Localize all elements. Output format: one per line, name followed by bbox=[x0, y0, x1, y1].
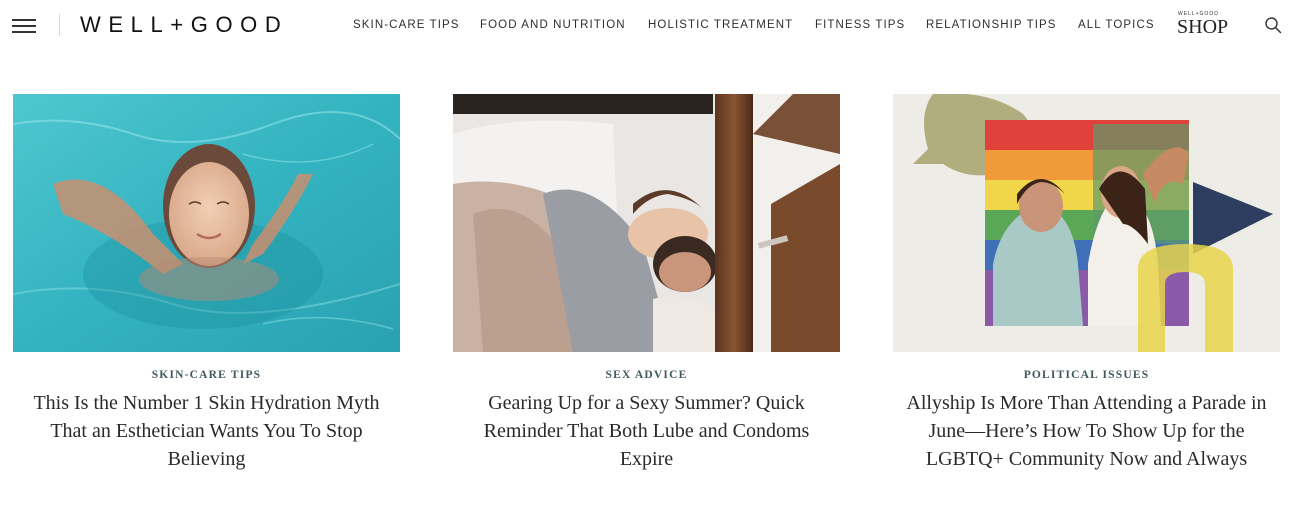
site-logo[interactable]: WELL+GOOD bbox=[80, 12, 288, 38]
nav-item-holistic-treatment[interactable]: HOLISTIC TREATMENT bbox=[648, 19, 793, 31]
article-image-swimmer[interactable] bbox=[13, 94, 400, 352]
article-title[interactable]: Gearing Up for a Sexy Summer? Quick Remi… bbox=[453, 389, 840, 473]
article-card[interactable]: POLITICAL ISSUES Allyship Is More Than A… bbox=[893, 94, 1280, 473]
article-title[interactable]: This Is the Number 1 Skin Hydration Myth… bbox=[13, 389, 400, 473]
shop-link[interactable]: WELL+GOOD SHOP bbox=[1177, 11, 1237, 39]
hamburger-menu-icon[interactable] bbox=[12, 17, 36, 35]
nav-item-relationship-tips[interactable]: RELATIONSHIP TIPS bbox=[926, 19, 1057, 31]
nav-item-all-topics[interactable]: ALL TOPICS bbox=[1078, 19, 1155, 31]
header-divider bbox=[59, 14, 60, 36]
article-image-pride-collage[interactable] bbox=[893, 94, 1280, 352]
article-image-couple-in-bed[interactable] bbox=[453, 94, 840, 352]
article-card[interactable]: SEX ADVICE Gearing Up for a Sexy Summer?… bbox=[453, 94, 840, 473]
article-category[interactable]: SEX ADVICE bbox=[453, 369, 840, 381]
article-card[interactable]: SKIN-CARE TIPS This Is the Number 1 Skin… bbox=[13, 94, 400, 473]
article-title[interactable]: Allyship Is More Than Attending a Parade… bbox=[893, 389, 1280, 473]
nav-item-food-and-nutrition[interactable]: FOOD AND NUTRITION bbox=[480, 19, 626, 31]
nav-item-fitness-tips[interactable]: FITNESS TIPS bbox=[815, 19, 905, 31]
article-category[interactable]: SKIN-CARE TIPS bbox=[13, 369, 400, 381]
site-header: WELL+GOOD SKIN-CARE TIPS FOOD AND NUTRIT… bbox=[0, 0, 1290, 52]
article-category[interactable]: POLITICAL ISSUES bbox=[893, 369, 1280, 381]
shop-label: SHOP bbox=[1177, 16, 1229, 38]
search-icon[interactable] bbox=[1264, 16, 1282, 34]
nav-item-skin-care-tips[interactable]: SKIN-CARE TIPS bbox=[353, 19, 460, 31]
